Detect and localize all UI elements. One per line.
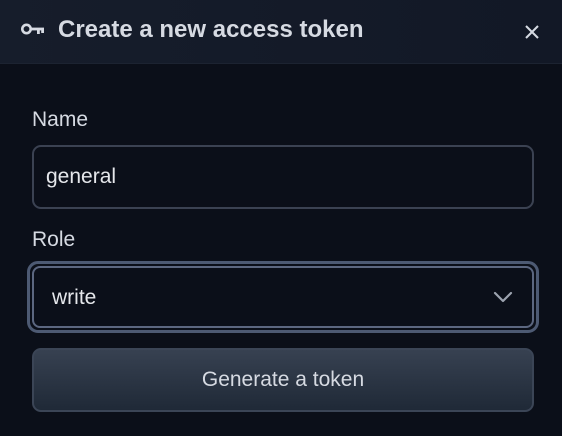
name-label: Name <box>32 108 89 131</box>
role-select-value: write <box>52 286 97 309</box>
key-icon <box>21 23 44 35</box>
name-input[interactable] <box>32 145 534 209</box>
chevron-down-icon <box>493 291 513 303</box>
close-icon[interactable] <box>518 18 546 46</box>
generate-token-button[interactable]: Generate a token <box>32 348 534 412</box>
dialog-header: Create a new access token <box>0 0 562 64</box>
create-token-dialog: Create a new access token Name Role writ… <box>0 0 562 436</box>
dialog-title: Create a new access token <box>58 16 364 43</box>
role-label: Role <box>32 228 76 251</box>
role-select[interactable]: write <box>32 266 534 328</box>
generate-token-label: Generate a token <box>201 368 365 391</box>
